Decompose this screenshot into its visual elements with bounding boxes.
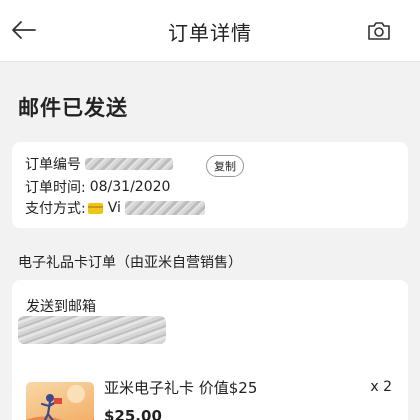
payment-method-value: Vi — [107, 200, 121, 216]
order-number-label: 订单编号 — [25, 157, 81, 173]
redacted-order-number — [85, 158, 173, 170]
gift-card-thumbnail[interactable] — [26, 382, 94, 420]
header-bar: 订单详情 — [0, 0, 420, 62]
gift-card-order-card: 发送到邮箱 亚米电子礼卡 价值$25 x 2 $25.00 — [12, 280, 408, 420]
redacted-payment-details — [124, 201, 205, 215]
card-icon — [87, 202, 103, 214]
order-time-row: 订单时间: 08/31/2020 — [25, 177, 170, 197]
camera-icon — [368, 21, 390, 40]
gift-card-image-icon — [26, 385, 94, 420]
order-time-label: 订单时间: — [25, 180, 86, 196]
copy-order-number-button[interactable]: 复制 — [206, 155, 244, 177]
page-title: 订单详情 — [168, 21, 252, 45]
order-time-value: 08/31/2020 — [89, 179, 171, 195]
gift-card-quantity: x 2 — [370, 379, 392, 395]
order-status-title: 邮件已发送 — [18, 96, 128, 120]
order-info-card: 订单编号 复制 订单时间: 08/31/2020 支付方式: Vi — [12, 142, 408, 228]
gift-card-section-heading: 电子礼品卡订单（由亚米自营销售） — [18, 255, 242, 271]
order-number-row: 订单编号 — [25, 154, 173, 174]
redacted-email-address — [18, 316, 166, 344]
send-to-email-label: 发送到邮箱 — [26, 299, 96, 315]
gift-card-name[interactable]: 亚米电子礼卡 价值$25 — [104, 377, 257, 398]
camera-button[interactable] — [366, 17, 392, 43]
payment-method-row: 支付方式: Vi — [25, 198, 205, 218]
payment-method-label: 支付方式: — [25, 201, 86, 217]
gift-card-price: $25.00 — [104, 407, 162, 420]
